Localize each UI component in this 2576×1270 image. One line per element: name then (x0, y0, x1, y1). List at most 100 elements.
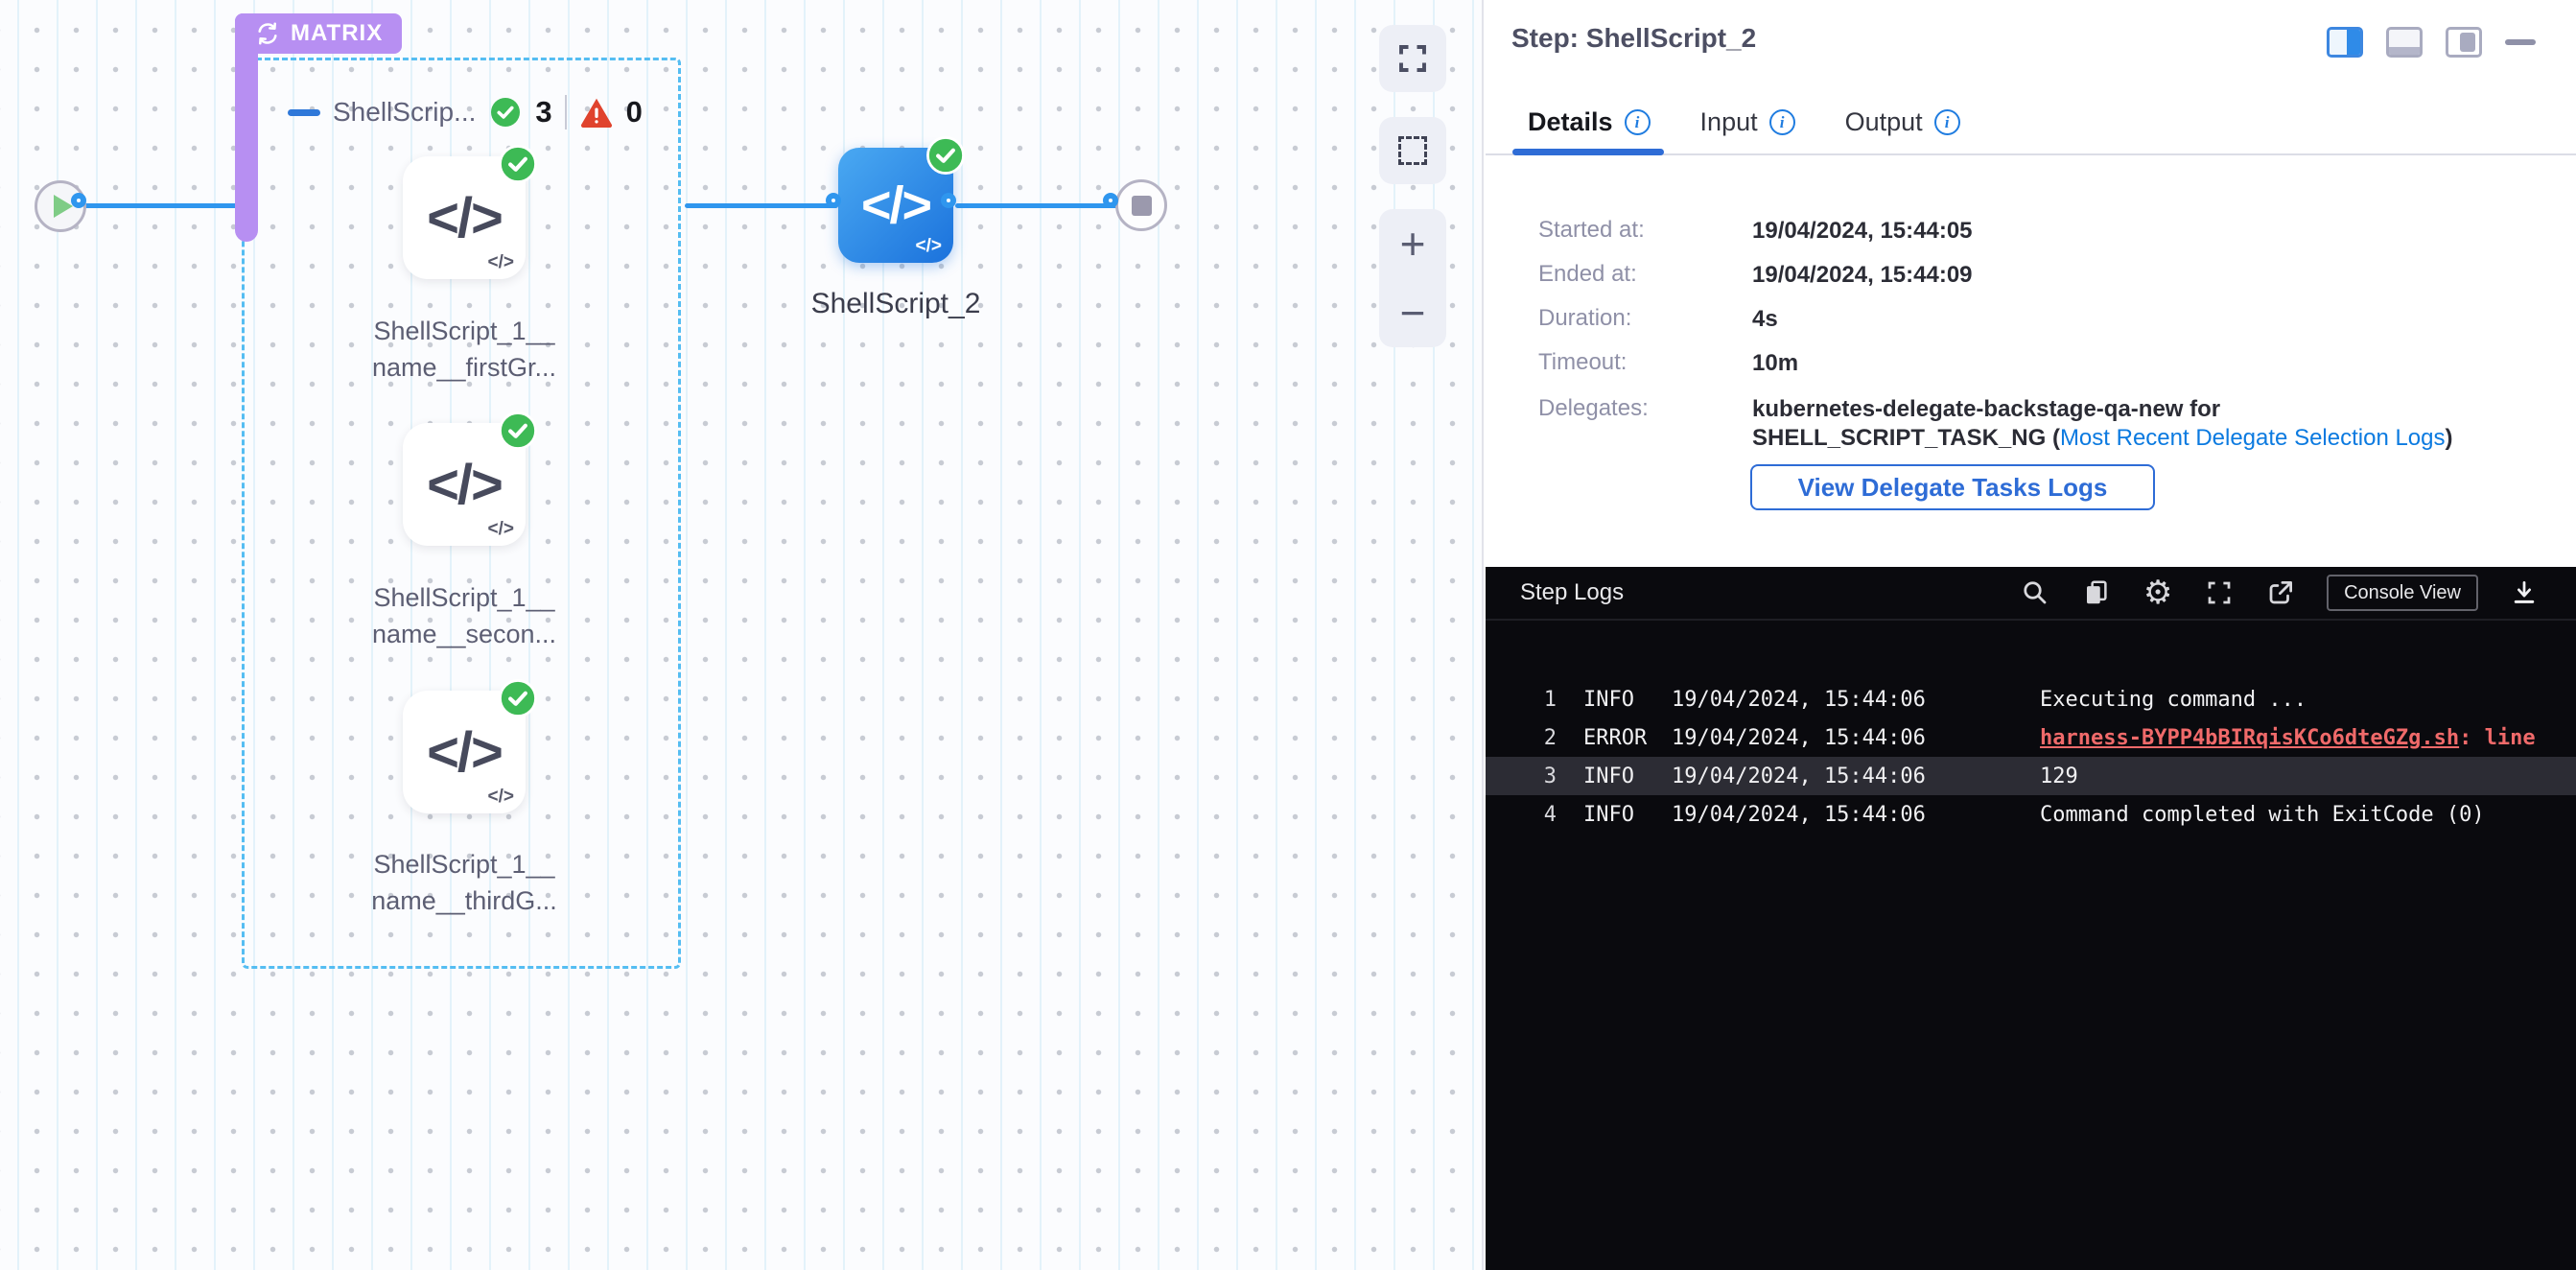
step-logs-header: Step Logs ⚙ (1486, 567, 2576, 621)
warning-triangle-icon (579, 95, 614, 129)
step-logs-actions: ⚙ Console Vi (2020, 575, 2540, 611)
search-logs-button[interactable] (2020, 577, 2050, 608)
log-lines: 1INFO19/04/2024, 15:44:06Executing comma… (1486, 680, 2576, 834)
active-tab-indicator (1512, 149, 1664, 155)
panel-layout-controls (2327, 27, 2536, 58)
connector-line (955, 203, 1120, 208)
shell-script-mini-icon: </> (488, 787, 514, 808)
detail-row-duration: Duration: 4s (1538, 305, 1778, 334)
matrix-node-3[interactable]: </> </> (403, 691, 526, 813)
split-view-icon[interactable] (2327, 27, 2363, 58)
info-icon[interactable]: i (1934, 109, 1960, 135)
copy-logs-button[interactable] (2081, 577, 2112, 608)
node-port (826, 193, 841, 208)
step-node-shellscript-2[interactable]: </> </> (838, 148, 953, 263)
download-icon (2510, 578, 2539, 607)
stop-icon (1132, 196, 1152, 216)
loop-icon (254, 20, 281, 47)
gear-icon: ⚙ (2143, 577, 2172, 608)
log-row[interactable]: 2ERROR19/04/2024, 15:44:06harness-BYPP4b… (1486, 718, 2576, 757)
detail-row-ended: Ended at: 19/04/2024, 15:44:09 (1538, 261, 1973, 290)
matrix-group-title: ShellScrip... (333, 97, 476, 128)
detail-row-timeout: Timeout: 10m (1538, 349, 1798, 378)
matrix-node-1[interactable]: </> </> (403, 156, 526, 279)
success-check-icon (925, 135, 966, 176)
panel-tabs: Details i Input i Output i (1528, 107, 1960, 137)
log-message: 129 (2040, 764, 2576, 788)
success-check-icon (498, 144, 538, 184)
connector-line (82, 203, 240, 208)
canvas-fit-view-button[interactable] (1379, 25, 1446, 92)
search-icon (2021, 578, 2049, 607)
tab-input[interactable]: Input i (1700, 107, 1795, 137)
download-logs-button[interactable] (2509, 577, 2540, 608)
fullscreen-icon (1395, 41, 1430, 76)
success-count: 3 (535, 95, 551, 129)
collapse-group-icon[interactable] (288, 109, 320, 116)
bottom-view-icon[interactable] (2386, 27, 2423, 58)
tab-output[interactable]: Output i (1845, 107, 1960, 137)
open-logs-new-tab-button[interactable] (2265, 577, 2296, 608)
shell-script-mini-icon: </> (916, 236, 942, 257)
node-port (71, 193, 86, 208)
matrix-badge[interactable]: MATRIX (235, 13, 402, 54)
shell-script-icon: </> (427, 186, 502, 250)
node-port (1103, 193, 1118, 208)
minimize-icon[interactable] (2505, 39, 2536, 45)
canvas-select-button[interactable] (1379, 117, 1446, 184)
floating-view-icon[interactable] (2446, 27, 2482, 58)
matrix-badge-label: MATRIX (291, 20, 383, 47)
fullscreen-icon (2205, 578, 2234, 607)
connector-line (685, 203, 838, 208)
success-check-icon (498, 411, 538, 451)
matrix-node-3-label: ShellScript_1__ name__thirdG... (330, 846, 598, 919)
shell-script-mini-icon: </> (488, 252, 514, 273)
log-row[interactable]: 3INFO19/04/2024, 15:44:06129 (1486, 757, 2576, 795)
view-delegate-tasks-logs-button[interactable]: View Delegate Tasks Logs (1750, 464, 2155, 510)
log-error-script-link[interactable]: harness-BYPP4bBIRqisKCo6dteGZg.sh (2040, 726, 2459, 750)
shell-script-icon: </> (861, 176, 930, 235)
copy-icon (2082, 578, 2111, 607)
pipeline-execution-view: MATRIX ShellScrip... 3 0 </> </> (0, 0, 2576, 1270)
detail-row-started: Started at: 19/04/2024, 15:44:05 (1538, 217, 1973, 246)
matrix-node-1-label: ShellScript_1__ name__firstGr... (330, 313, 598, 386)
detail-row-delegates: Delegates: kubernetes-delegate-backstage… (1538, 395, 2453, 453)
matrix-group-header: ShellScrip... 3 0 (288, 90, 643, 134)
node-port (941, 193, 956, 208)
end-node[interactable] (1115, 179, 1167, 231)
play-icon (54, 195, 73, 218)
tab-details[interactable]: Details i (1528, 107, 1651, 137)
info-icon[interactable]: i (1769, 109, 1795, 135)
shell-script-icon: </> (427, 453, 502, 517)
shell-script-icon: </> (427, 720, 502, 785)
zoom-in-button[interactable]: + (1379, 209, 1446, 278)
step-logs-panel: Step Logs ⚙ (1486, 567, 2576, 1270)
step-details-panel: Step: ShellScript_2 Details i Input i Ou… (1486, 0, 2576, 567)
log-row[interactable]: 1INFO19/04/2024, 15:44:06Executing comma… (1486, 680, 2576, 718)
matrix-node-2-label: ShellScript_1__ name__secon... (330, 579, 598, 652)
step-logs-title: Step Logs (1520, 579, 1624, 606)
log-message: Executing command ... (2040, 688, 2576, 712)
log-settings-button[interactable]: ⚙ (2143, 577, 2173, 608)
marquee-select-icon (1398, 136, 1427, 165)
step-node-label: ShellScript_2 (752, 288, 1040, 320)
canvas-zoom-controls: + − (1379, 209, 1446, 347)
log-message: Command completed with ExitCode (0) (2040, 803, 2576, 827)
success-check-icon (498, 678, 538, 718)
delegates-value: kubernetes-delegate-backstage-qa-new for… (1752, 395, 2453, 453)
panel-title: Step: ShellScript_2 (1511, 23, 1756, 54)
shell-script-mini-icon: </> (488, 519, 514, 540)
success-check-icon (488, 95, 523, 129)
matrix-node-2[interactable]: </> </> (403, 423, 526, 546)
divider (565, 95, 567, 129)
external-link-icon (2266, 578, 2295, 607)
expand-logs-button[interactable] (2204, 577, 2235, 608)
zoom-out-button[interactable]: − (1379, 278, 1446, 347)
log-message: harness-BYPP4bBIRqisKCo6dteGZg.sh: line (2040, 726, 2576, 750)
info-icon[interactable]: i (1625, 109, 1651, 135)
log-row[interactable]: 4INFO19/04/2024, 15:44:06Command complet… (1486, 795, 2576, 834)
console-view-toggle[interactable]: Console View (2327, 575, 2478, 611)
failed-count: 0 (626, 95, 643, 129)
delegate-selection-logs-link[interactable]: Most Recent Delegate Selection Logs (2060, 425, 2446, 451)
pipeline-canvas[interactable]: MATRIX ShellScrip... 3 0 </> </> (0, 0, 1484, 1270)
